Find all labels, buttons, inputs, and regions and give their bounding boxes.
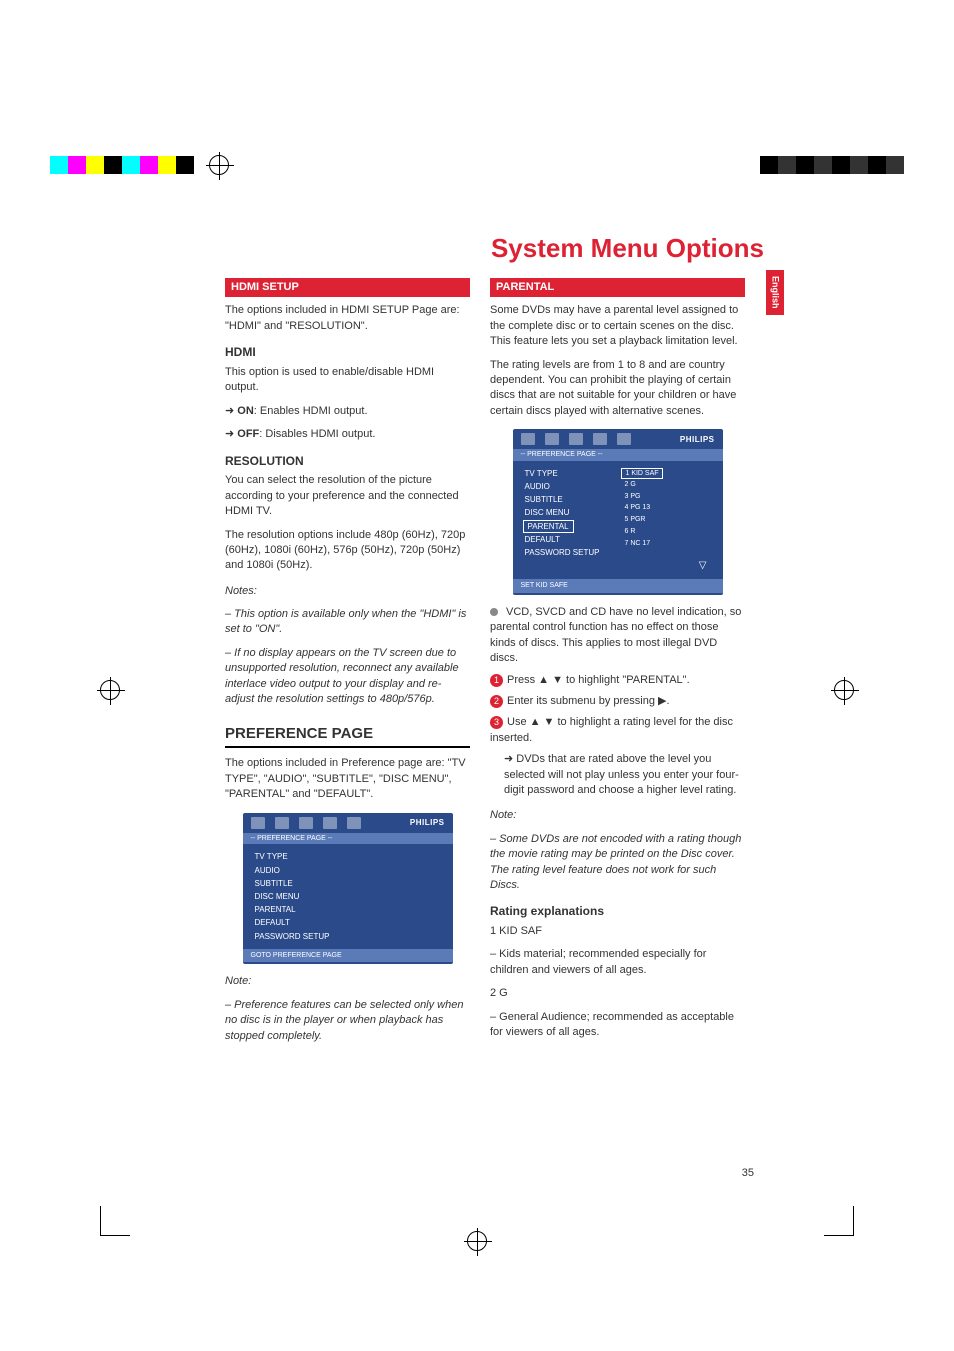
menu-item: TV TYPE bbox=[253, 850, 443, 863]
rating-item: 5 PGR bbox=[621, 514, 662, 526]
menu-item: DEFAULT bbox=[253, 916, 443, 929]
menu-item: SUBTITLE bbox=[523, 493, 602, 506]
note-label: Note: bbox=[490, 808, 745, 823]
menu-title: -- PREFERENCE PAGE -- bbox=[243, 833, 453, 845]
note1: – This option is available only when the… bbox=[225, 607, 470, 638]
color-bar-right bbox=[760, 156, 904, 174]
note2: – If no display appears on the TV screen… bbox=[225, 646, 470, 708]
menu-item: DISC MENU bbox=[253, 890, 443, 903]
resolution-p1: You can select the resolution of the pic… bbox=[225, 473, 470, 519]
menu-item: DEFAULT bbox=[523, 533, 602, 546]
rating-explanations-head: Rating explanations bbox=[490, 903, 745, 920]
menu-icon bbox=[593, 433, 607, 445]
hdmi-subhead: HDMI bbox=[225, 344, 470, 361]
notes-label: Notes: bbox=[225, 584, 470, 599]
rating-item: 3 PG bbox=[621, 491, 662, 503]
menu-icon bbox=[545, 433, 559, 445]
down-arrow-icon: ▽ bbox=[523, 559, 713, 573]
hdmi-off-row: ➜ OFF: Disables HDMI output. bbox=[225, 427, 470, 442]
brand-label: PHILIPS bbox=[680, 434, 715, 445]
note-text: – Some DVDs are not encoded with a ratin… bbox=[490, 832, 745, 894]
hdmi-setup-header: HDMI SETUP bbox=[225, 278, 470, 297]
step-1: 1Press ▲ ▼ to highlight "PARENTAL". bbox=[490, 673, 745, 688]
corner-mark-bl bbox=[100, 1206, 130, 1236]
menu-item: PASSWORD SETUP bbox=[253, 930, 443, 943]
menu-item: AUDIO bbox=[253, 864, 443, 877]
corner-mark-br bbox=[824, 1206, 854, 1236]
menu-footer: SET KID SAFE bbox=[513, 579, 723, 593]
menu-item: SUBTITLE bbox=[253, 877, 443, 890]
menu-icon bbox=[275, 817, 289, 829]
language-tab: English bbox=[766, 270, 784, 315]
menu-item-selected: PARENTAL bbox=[523, 520, 574, 533]
crop-mark-bottom bbox=[467, 1231, 487, 1251]
left-column: HDMI SETUP The options included in HDMI … bbox=[225, 278, 470, 1052]
menu-icon bbox=[617, 433, 631, 445]
parental-p1: Some DVDs may have a parental level assi… bbox=[490, 303, 745, 349]
pref-note-label: Note: bbox=[225, 974, 470, 989]
hdmi-setup-intro: The options included in HDMI SETUP Page … bbox=[225, 303, 470, 334]
right-column: PARENTAL Some DVDs may have a parental l… bbox=[490, 278, 745, 1048]
pref-intro: The options included in Preference page … bbox=[225, 756, 470, 802]
menu-item: DISC MENU bbox=[523, 506, 602, 519]
menu-icon bbox=[521, 433, 535, 445]
hdmi-on-row: ➜ ON: Enables HDMI output. bbox=[225, 404, 470, 419]
page-title: System Menu Options bbox=[491, 230, 764, 266]
parental-menu-screenshot: PHILIPS -- PREFERENCE PAGE -- TV TYPE AU… bbox=[513, 429, 723, 595]
menu-footer: GOTO PREFERENCE PAGE bbox=[243, 949, 453, 963]
preference-menu-screenshot: PHILIPS -- PREFERENCE PAGE -- TV TYPE AU… bbox=[243, 813, 453, 965]
rating-item: 6 R bbox=[621, 526, 662, 538]
rating-item: 7 NC 17 bbox=[621, 538, 662, 550]
menu-item: PASSWORD SETUP bbox=[523, 546, 602, 559]
resolution-p2: The resolution options include 480p (60H… bbox=[225, 528, 470, 574]
preference-page-head: PREFERENCE PAGE bbox=[225, 723, 470, 748]
menu-icon bbox=[569, 433, 583, 445]
crop-mark-left bbox=[100, 680, 120, 700]
rating-1-text: – Kids material; recommended especially … bbox=[490, 947, 745, 978]
menu-icon bbox=[323, 817, 337, 829]
page-number: 35 bbox=[742, 1166, 754, 1181]
menu-item: TV TYPE bbox=[523, 467, 602, 480]
step-3-detail: ➜ DVDs that are rated above the level yo… bbox=[504, 752, 745, 798]
vcd-note: VCD, SVCD and CD have no level indicatio… bbox=[490, 605, 745, 667]
brand-label: PHILIPS bbox=[410, 817, 445, 828]
menu-icon bbox=[251, 817, 265, 829]
menu-item: PARENTAL bbox=[253, 903, 443, 916]
rating-2-text: – General Audience; recommended as accep… bbox=[490, 1010, 745, 1041]
registration-mark bbox=[209, 155, 229, 175]
rating-selected: 1 KID SAF bbox=[621, 468, 662, 479]
parental-p2: The rating levels are from 1 to 8 and ar… bbox=[490, 358, 745, 420]
menu-icon bbox=[347, 817, 361, 829]
resolution-subhead: RESOLUTION bbox=[225, 453, 470, 470]
hdmi-desc: This option is used to enable/disable HD… bbox=[225, 365, 470, 396]
menu-title: -- PREFERENCE PAGE -- bbox=[513, 449, 723, 461]
rating-item: 2 G bbox=[621, 479, 662, 491]
crop-marks-top bbox=[0, 150, 954, 180]
crop-mark-right bbox=[834, 680, 854, 700]
rating-1-head: 1 KID SAF bbox=[490, 924, 745, 939]
menu-icon bbox=[299, 817, 313, 829]
color-bar-left bbox=[50, 156, 194, 174]
step-2: 2Enter its submenu by pressing ▶. bbox=[490, 694, 745, 709]
rating-2-head: 2 G bbox=[490, 986, 745, 1001]
parental-header: PARENTAL bbox=[490, 278, 745, 297]
pref-note: – Preference features can be selected on… bbox=[225, 998, 470, 1044]
step-3: 3Use ▲ ▼ to highlight a rating level for… bbox=[490, 715, 745, 746]
menu-item: AUDIO bbox=[523, 480, 602, 493]
rating-item: 4 PG 13 bbox=[621, 502, 662, 514]
